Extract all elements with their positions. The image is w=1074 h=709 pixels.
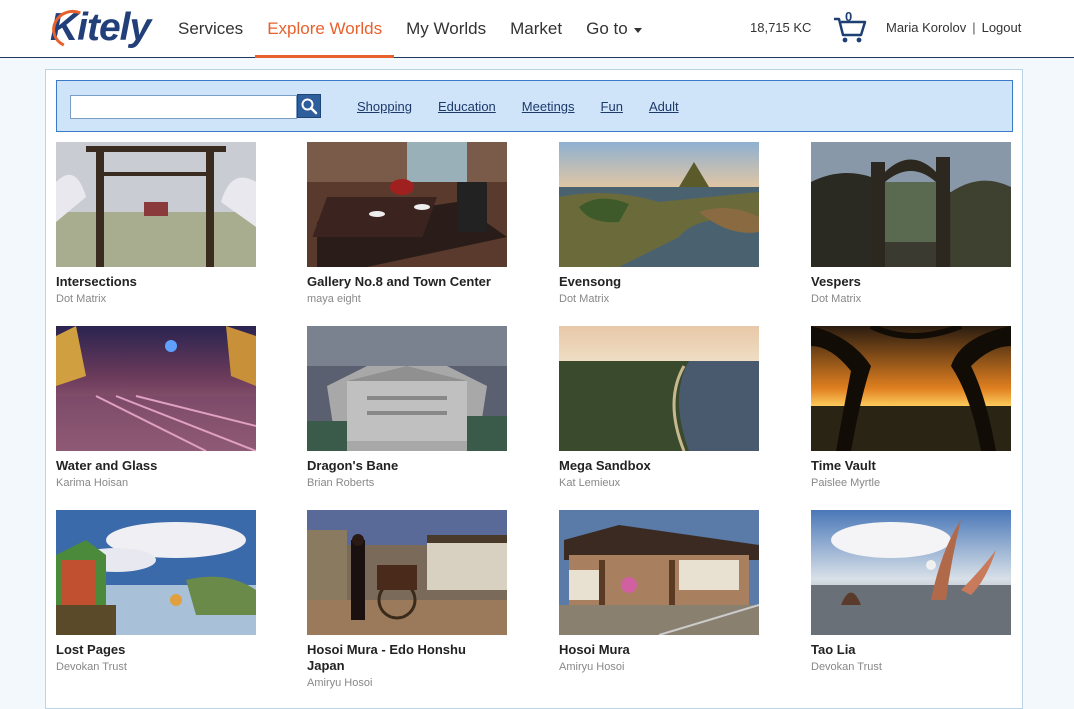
category-fun[interactable]: Fun: [601, 99, 623, 114]
category-meetings[interactable]: Meetings: [522, 99, 575, 114]
nav-market[interactable]: Market: [498, 0, 574, 58]
world-thumbnail[interactable]: [811, 142, 1011, 267]
world-thumbnail[interactable]: [559, 326, 759, 451]
world-owner: Devokan Trust: [811, 661, 882, 673]
world-thumbnail[interactable]: [559, 142, 759, 267]
world-card[interactable]: Hosoi Mura - Edo Honshu Japan Amiryu Hos…: [307, 510, 507, 689]
world-title[interactable]: Intersections: [56, 274, 256, 290]
search-input[interactable]: [70, 95, 297, 119]
world-owner: Dot Matrix: [559, 293, 610, 305]
world-card[interactable]: Dragon's Bane Brian Roberts: [307, 326, 507, 489]
nav-goto-dropdown[interactable]: Go to: [574, 0, 654, 58]
world-card[interactable]: Hosoi Mura Amiryu Hosoi: [559, 510, 759, 673]
nav-explore-worlds[interactable]: Explore Worlds: [255, 0, 395, 58]
world-owner: Kat Lemieux: [559, 477, 621, 489]
world-owner: Paislee Myrtle: [811, 477, 881, 489]
world-card[interactable]: Water and Glass Karima Hoisan: [56, 326, 256, 489]
world-thumbnail[interactable]: [307, 326, 507, 451]
world-title[interactable]: Mega Sandbox: [559, 458, 759, 474]
world-title[interactable]: Vespers: [811, 274, 1011, 290]
separator: |: [972, 20, 976, 35]
world-thumbnail[interactable]: [56, 510, 256, 635]
world-card[interactable]: Mega Sandbox Kat Lemieux: [559, 326, 759, 489]
world-owner: Dot Matrix: [811, 293, 862, 305]
world-owner: Devokan Trust: [56, 661, 127, 673]
nav-label: My Worlds: [406, 19, 487, 38]
world-owner: maya eight: [307, 293, 361, 305]
user-name[interactable]: Maria Korolov: [886, 20, 966, 35]
search-icon: [301, 98, 318, 115]
world-owner: Brian Roberts: [307, 477, 375, 489]
search-button[interactable]: [297, 94, 321, 118]
cart-count: 0: [845, 9, 853, 24]
world-owner: Karima Hoisan: [56, 477, 129, 489]
world-thumbnail[interactable]: [56, 326, 256, 451]
world-card[interactable]: Gallery No.8 and Town Center maya eight: [307, 142, 507, 305]
top-header: Kitely Services Explore Worlds My Worlds…: [0, 0, 1074, 58]
world-owner: Amiryu Hosoi: [307, 677, 373, 689]
world-card[interactable]: Lost Pages Devokan Trust: [56, 510, 256, 673]
world-thumbnail[interactable]: [307, 510, 507, 635]
world-title[interactable]: Dragon's Bane: [307, 458, 507, 474]
logout-link[interactable]: Logout: [982, 20, 1022, 35]
world-thumbnail[interactable]: [811, 510, 1011, 635]
world-thumbnail[interactable]: [559, 510, 759, 635]
nav-label: Market: [510, 19, 563, 38]
main-nav: Services Explore Worlds My Worlds Market…: [166, 0, 654, 58]
category-shopping[interactable]: Shopping: [357, 99, 412, 114]
nav-label: Services: [178, 19, 244, 38]
content-panel: Shopping Education Meetings Fun Adult In…: [45, 69, 1023, 709]
caret-down-icon: [633, 27, 642, 33]
world-title[interactable]: Hosoi Mura: [559, 642, 759, 658]
category-education[interactable]: Education: [438, 99, 496, 114]
kc-balance: 18,715 KC: [750, 20, 812, 35]
world-card[interactable]: Vespers Dot Matrix: [811, 142, 1011, 305]
world-title[interactable]: Time Vault: [811, 458, 1011, 474]
world-card[interactable]: Intersections Dot Matrix: [56, 142, 256, 305]
world-owner: Amiryu Hosoi: [559, 661, 625, 673]
nav-my-worlds[interactable]: My Worlds: [394, 0, 498, 58]
world-title[interactable]: Hosoi Mura - Edo Honshu Japan: [307, 642, 507, 674]
cart-button[interactable]: 0: [832, 9, 868, 44]
world-thumbnail[interactable]: [56, 142, 256, 267]
world-card[interactable]: Evensong Dot Matrix: [559, 142, 759, 305]
nav-label: Explore Worlds: [267, 19, 383, 38]
nav-services[interactable]: Services: [166, 0, 255, 58]
world-title[interactable]: Lost Pages: [56, 642, 256, 658]
nav-label: Go to: [586, 19, 628, 38]
world-title[interactable]: Tao Lia: [811, 642, 1011, 658]
world-thumbnail[interactable]: [811, 326, 1011, 451]
category-links: Shopping Education Meetings Fun Adult: [357, 99, 679, 114]
search-bar: Shopping Education Meetings Fun Adult: [56, 80, 1013, 132]
world-title[interactable]: Evensong: [559, 274, 759, 290]
world-owner: Dot Matrix: [56, 293, 107, 305]
user-area: Maria Korolov | Logout: [886, 20, 1021, 35]
kitely-logo[interactable]: Kitely: [46, 4, 154, 54]
category-adult[interactable]: Adult: [649, 99, 679, 114]
world-thumbnail[interactable]: [307, 142, 507, 267]
world-card[interactable]: Time Vault Paislee Myrtle: [811, 326, 1011, 489]
world-card[interactable]: Tao Lia Devokan Trust: [811, 510, 1011, 673]
world-title[interactable]: Water and Glass: [56, 458, 256, 474]
world-title[interactable]: Gallery No.8 and Town Center: [307, 274, 507, 290]
